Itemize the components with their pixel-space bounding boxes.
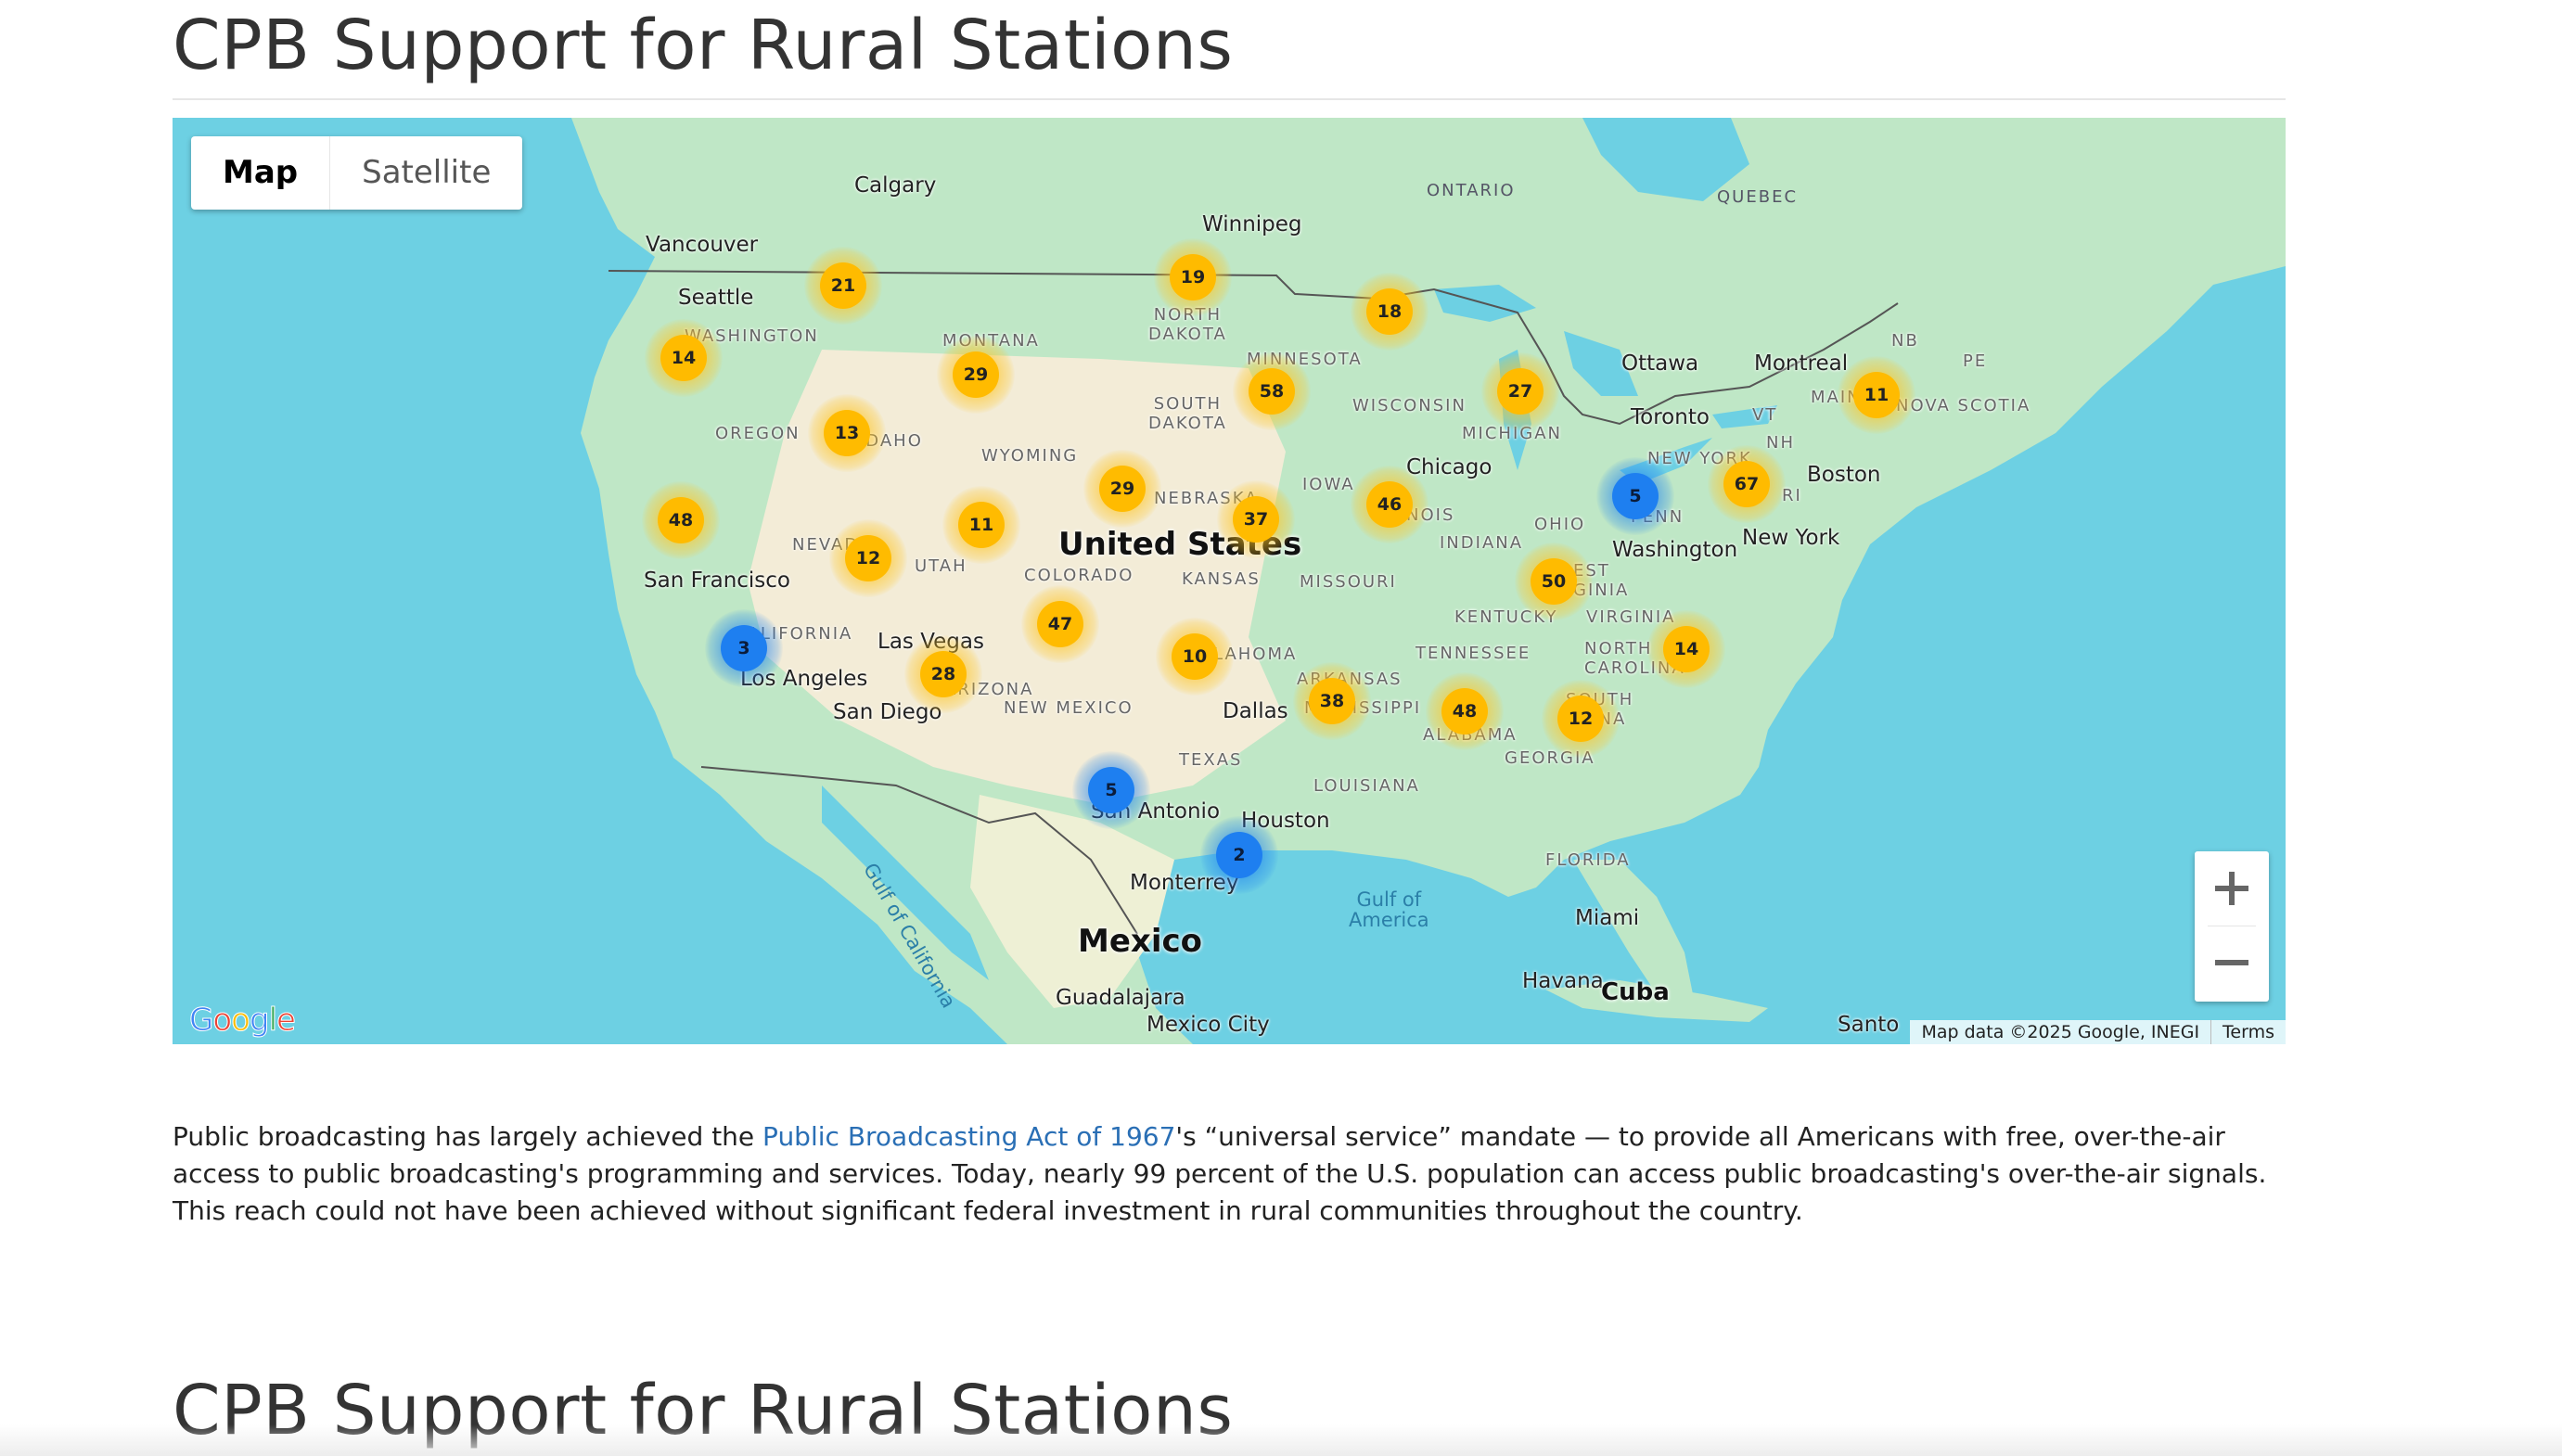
map-label-region: NH	[1766, 433, 1795, 453]
map-label-water: Gulf of America	[1349, 888, 1429, 931]
public-broadcasting-act-link[interactable]: Public Broadcasting Act of 1967	[762, 1121, 1175, 1152]
map-label-region: NEW MEXICO	[1004, 698, 1134, 718]
map-label-city: Mexico City	[1146, 1013, 1270, 1037]
map-label-region: OREGON	[715, 424, 801, 443]
map-label-region: NOVA SCOTIA	[1896, 396, 2031, 415]
map-label-city: Dallas	[1223, 699, 1288, 723]
map-label-region: COLORADO	[1024, 566, 1134, 585]
map-label-country: Mexico	[1078, 923, 1202, 960]
map-label-city: Winnipeg	[1202, 212, 1302, 236]
cluster-count: 3	[721, 625, 767, 671]
cluster-count: 13	[824, 410, 870, 456]
map-label-city: Ottawa	[1621, 351, 1699, 376]
map-type-map-button[interactable]: Map	[191, 136, 329, 210]
map-label-region: QUEBEC	[1717, 187, 1799, 207]
cluster-count: 18	[1366, 288, 1413, 335]
map-label-region: WISCONSIN	[1352, 396, 1467, 415]
map-label-city: San Francisco	[644, 568, 791, 593]
map-label-city: New York	[1742, 526, 1840, 550]
map-label-city: Guadalajara	[1056, 986, 1185, 1010]
map-label-city: Chicago	[1406, 455, 1492, 479]
map-label-city: Montreal	[1754, 351, 1849, 376]
map-label-region: IOWA	[1302, 475, 1355, 494]
cluster-count: 2	[1216, 832, 1262, 878]
map-type-control: Map Satellite	[191, 136, 523, 210]
cluster-count: 14	[1663, 626, 1710, 672]
map-label-region: ONTARIO	[1427, 181, 1516, 200]
zoom-control	[2195, 851, 2269, 1002]
cluster-count: 29	[1099, 466, 1146, 512]
map-label-city: Vancouver	[646, 233, 759, 257]
map-label-city: Seattle	[678, 286, 754, 310]
cluster-count: 14	[660, 335, 707, 381]
terms-link[interactable]: Terms	[2210, 1020, 2286, 1044]
map-label-region: UTAH	[915, 556, 967, 576]
bottom-fade	[0, 1424, 2562, 1456]
cluster-count: 48	[658, 497, 704, 543]
cluster-count: 47	[1037, 601, 1083, 647]
cluster-count: 11	[1853, 372, 1900, 418]
map-label-region: KANSAS	[1182, 569, 1261, 589]
cluster-count: 37	[1233, 496, 1279, 543]
map-label-city: Boston	[1807, 463, 1881, 487]
cluster-count: 12	[845, 535, 891, 581]
map-data-credit: Map data ©2025 Google, INEGI	[1921, 1022, 2200, 1042]
cluster-count: 19	[1170, 254, 1216, 300]
cluster-count: 46	[1366, 481, 1413, 528]
google-logo: Google	[188, 1002, 296, 1040]
map-label-city: Santo	[1838, 1013, 1900, 1037]
cluster-count: 50	[1531, 558, 1577, 605]
map-label-region: NB	[1891, 331, 1919, 351]
map-label-city: Washington	[1612, 538, 1738, 562]
cluster-count: 11	[958, 502, 1005, 548]
title-divider	[173, 98, 2286, 100]
map-label-city: Toronto	[1631, 405, 1710, 429]
cluster-count: 10	[1172, 633, 1218, 680]
intro-paragraph: Public broadcasting has largely achieved…	[173, 1118, 2297, 1230]
page-title: CPB Support for Rural Stations	[173, 6, 1234, 85]
map-type-satellite-button[interactable]: Satellite	[329, 136, 522, 210]
map-label-region: SOUTH DAKOTA	[1148, 394, 1227, 433]
map-label-region: INDIANA	[1440, 533, 1524, 553]
cluster-count: 12	[1557, 696, 1604, 742]
map-label-region: PE	[1963, 351, 1988, 371]
cluster-count: 21	[820, 262, 866, 309]
cluster-count: 38	[1309, 678, 1355, 724]
map-label-country: Cuba	[1601, 978, 1670, 1006]
map-label-region: MISSOURI	[1300, 572, 1397, 592]
cluster-count: 67	[1723, 461, 1770, 507]
map-label-city: Miami	[1575, 906, 1640, 930]
zoom-in-button[interactable]	[2195, 851, 2269, 926]
intro-text-before: Public broadcasting has largely achieved…	[173, 1121, 763, 1152]
map-label-city: Calgary	[854, 173, 937, 198]
cluster-count: 5	[1088, 767, 1134, 813]
cluster-count: 27	[1497, 368, 1544, 415]
map-label-region: FLORIDA	[1545, 850, 1631, 870]
cluster-count: 58	[1249, 368, 1295, 415]
map-label-city: Havana	[1522, 969, 1604, 993]
map-attribution: Map data ©2025 Google, INEGI Terms	[1910, 1020, 2286, 1044]
cluster-count: 28	[920, 651, 967, 697]
map-label-region: VT	[1752, 405, 1778, 425]
cluster-map[interactable]: Calgary Winnipeg Vancouver Seattle Ottaw…	[173, 118, 2286, 1044]
cluster-count: 29	[953, 351, 999, 398]
map-label-region: LOUISIANA	[1313, 776, 1420, 796]
zoom-out-button[interactable]	[2195, 926, 2269, 1000]
map-label-region: WYOMING	[981, 446, 1079, 466]
map-label-region: TENNESSEE	[1416, 644, 1531, 663]
map-label-region: OHIO	[1534, 515, 1586, 534]
map-label-region: TEXAS	[1179, 750, 1243, 770]
cluster-count: 5	[1612, 473, 1659, 519]
cluster-count: 48	[1441, 688, 1488, 734]
